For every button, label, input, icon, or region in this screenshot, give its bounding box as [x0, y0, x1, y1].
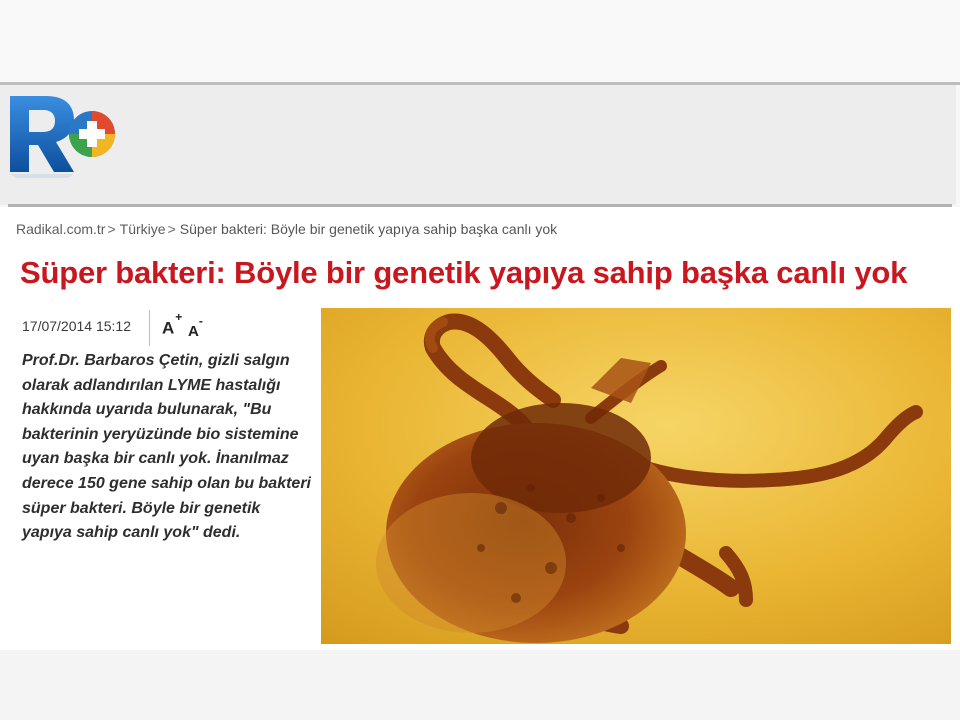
- minus-icon: -: [198, 314, 203, 328]
- article-meta: 17/07/2014 15:12 A+ A-: [22, 310, 312, 346]
- breadcrumb-item-current: Süper bakteri: Böyle bir genetik yapıya …: [179, 221, 558, 237]
- font-decrease-button[interactable]: A-: [188, 314, 203, 340]
- tick-photo[interactable]: [321, 308, 951, 644]
- breadcrumb: Radikal.com.tr > Türkiye > Süper bakteri: Bö…: [16, 221, 557, 239]
- font-increase-label: A: [162, 318, 175, 338]
- breadcrumb-separator: >: [167, 221, 176, 237]
- font-decrease-label: A: [188, 323, 199, 340]
- breadcrumb-item-turkiye[interactable]: Türkiye: [120, 221, 166, 237]
- article-title: Süper bakteri: Böyle bir genetik yapıya …: [20, 255, 908, 290]
- plus-icon: +: [175, 310, 183, 324]
- article-lead: Prof.Dr. Barbaros Çetin, gizli salgın ol…: [22, 352, 311, 542]
- font-increase-button[interactable]: A+: [162, 310, 182, 339]
- radikal-plus-logo-icon[interactable]: [8, 92, 118, 178]
- top-margin: [0, 0, 960, 82]
- site-header: [0, 85, 956, 205]
- article-date: 17/07/2014 15:12: [22, 318, 131, 334]
- meta-divider: [149, 310, 150, 346]
- breadcrumb-separator: >: [107, 221, 116, 237]
- breadcrumb-item-home[interactable]: Radikal.com.tr: [16, 221, 105, 237]
- page-bottom: [0, 650, 960, 720]
